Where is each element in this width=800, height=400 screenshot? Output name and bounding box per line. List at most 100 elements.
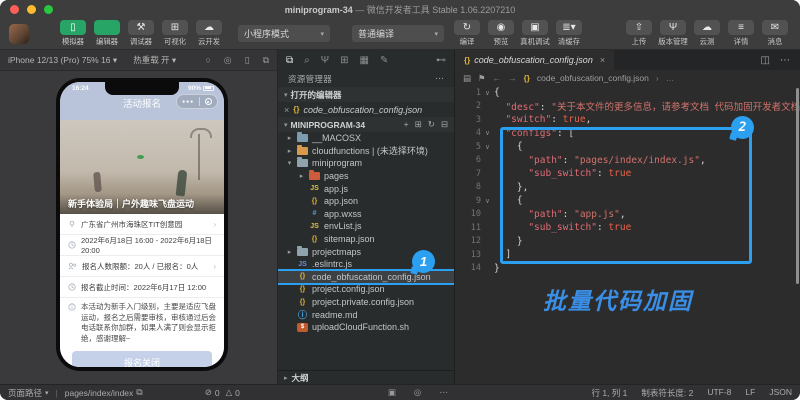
toolbar-button-编辑器[interactable]: 编辑器 [90, 20, 124, 47]
tree-item-app.js[interactable]: JS app.js [278, 182, 454, 195]
record-icon[interactable]: ◎ [224, 55, 232, 66]
tab-code-obfuscation-config[interactable]: {} code_obfuscation_config.json × [455, 50, 615, 70]
compile-mode-select[interactable]: 普通编译 ▾ [352, 25, 444, 42]
toolbar-button-云开发[interactable]: ☁ 云开发 [192, 20, 226, 47]
list-item-quota[interactable]: 报名人数限额：20人 / 已报名：0人 › [60, 256, 224, 277]
more-actions-icon[interactable]: ⋯ [780, 55, 790, 66]
code-line-12[interactable]: 12 } [455, 235, 800, 249]
js-file-icon: JS [310, 185, 319, 193]
code-line-6[interactable]: 6 "path": "pages/index/index.js", [455, 154, 800, 168]
more-icon[interactable]: ⋯ [439, 387, 448, 398]
folder-icon [297, 132, 308, 143]
code-line-7[interactable]: 7 "sub_switch": true [455, 167, 800, 181]
tree-item-app.wxss[interactable]: # app.wxss [278, 208, 454, 221]
extensions-icon[interactable]: ⊞ [340, 55, 348, 66]
theme-brush-icon[interactable]: ✎ [380, 55, 388, 66]
rotate-device-icon[interactable]: ▯ [245, 55, 250, 66]
encoding[interactable]: UTF-8 [707, 387, 731, 399]
page-path-select[interactable]: 页面路径 ▾ | pages/index/index ⧉ [8, 387, 143, 399]
toolbar-button-真机调试[interactable]: ▣ 真机调试 [518, 20, 552, 47]
new-file-icon[interactable]: + [404, 119, 409, 130]
code-line-13[interactable]: 13 ] [455, 248, 800, 262]
open-editors-section[interactable]: ▾ 打开的编辑器 [278, 87, 454, 102]
code-line-9[interactable]: 9 ∨ { [455, 194, 800, 208]
tree-item-readme.md[interactable]: ⓘ readme.md [278, 308, 454, 321]
main-toolbar: ▯ 模拟器 编辑器 ⚒ 调试器 ⊞ 可视化 ☁ 云开发 小程序模式 ▾ 普通编译 ▾ ↻ 编译 ◉ 预览 ▣… [0, 18, 800, 50]
tree-item-uploadCloudFunction.sh[interactable]: $ uploadCloudFunction.sh [278, 321, 454, 334]
assets-icon[interactable]: ▦ [360, 55, 369, 66]
toolbar-button-调试器[interactable]: ⚒ 调试器 [124, 20, 158, 47]
folder-icon [297, 144, 308, 155]
clear-cache-icon: ≣▾ [562, 21, 576, 33]
tree-item-code_obfuscation_config.json[interactable]: {} code_obfuscation_config.json [278, 268, 454, 286]
close-icon[interactable]: × [284, 105, 289, 115]
list-item-location[interactable]: 广东省广州市海珠区TIT创意园 › [60, 214, 224, 235]
files-icon[interactable]: ⧉ [286, 55, 293, 66]
code-area[interactable]: 1 ∨{2 "desc": "关于本文件的更多信息，请参考文档 代码加固开发者文档… [455, 86, 800, 384]
compass-icon[interactable]: ○ [205, 55, 210, 65]
toolbar-button-消息[interactable]: ✉ 消息 [758, 20, 792, 47]
cursor-position[interactable]: 行 1, 列 1 [591, 387, 627, 399]
tree-item-app.json[interactable]: {} app.json [278, 195, 454, 208]
menu-icon[interactable]: ▤ [463, 73, 471, 84]
user-avatar[interactable] [9, 23, 29, 44]
tree-item-cloudfunctions-[interactable]: ▸ cloudfunctions | (未选择环境) [278, 144, 454, 158]
problems-indicator[interactable]: ⊘ 0 △ 0 [205, 387, 240, 398]
toolbar-button-云测[interactable]: ☁ 云测 [690, 20, 724, 47]
tree-item-project.config.json[interactable]: {} project.config.json [278, 283, 454, 296]
more-actions-icon[interactable]: ⋯ [435, 73, 444, 84]
toolbar-button-上传[interactable]: ⇧ 上传 [622, 20, 656, 47]
tree-item-envList.js[interactable]: JS envList.js [278, 220, 454, 233]
code-line-1[interactable]: 1 ∨{ [455, 86, 800, 100]
toolbar-button-版本管理[interactable]: Ψ 版本管理 [656, 20, 690, 47]
code-line-10[interactable]: 10 "path": "app.js", [455, 208, 800, 222]
page-title: 活动报名 [122, 99, 161, 110]
git-branch-icon[interactable]: Ψ [321, 55, 329, 66]
signup-closed-button[interactable]: 报名关闭 [72, 351, 212, 367]
toolbar-button-模拟器[interactable]: ▯ 模拟器 [56, 20, 90, 47]
new-folder-icon[interactable]: ⊞ [415, 119, 422, 130]
search-icon[interactable]: ⌕ [304, 55, 310, 66]
device-select[interactable]: iPhone 12/13 (Pro) 75% 16 ▾ [8, 55, 117, 66]
tree-item-miniprogram[interactable]: ▾ miniprogram [278, 157, 454, 170]
language-mode[interactable]: JSON [769, 387, 792, 399]
toolbar-button-可视化[interactable]: ⊞ 可视化 [158, 20, 192, 47]
code-line-14[interactable]: 14} [455, 262, 800, 276]
capsule-menu[interactable]: ●●● [176, 94, 218, 109]
mode-select[interactable]: 小程序模式 ▾ [238, 25, 330, 42]
nav-back-icon[interactable]: ← [493, 73, 502, 83]
split-editor-icon[interactable]: ◫ [761, 55, 770, 66]
copy-icon[interactable]: ⧉ [136, 387, 142, 398]
tab-size[interactable]: 制表符长度: 2 [641, 387, 693, 399]
tree-item-__MACOSX[interactable]: ▸ __MACOSX [278, 132, 454, 145]
device-preview-icon[interactable]: ▣ [388, 387, 396, 398]
code-line-2[interactable]: 2 "desc": "关于本文件的更多信息，请参考文档 代码加固开发者文档", [455, 100, 800, 113]
refresh-icon[interactable]: ↻ [428, 119, 435, 130]
project-section-header[interactable]: ▾ MINIPROGRAM-34 + ⊞ ↻ ⊟ [278, 117, 454, 132]
collapse-all-icon[interactable]: ⊟ [441, 119, 448, 130]
nav-forward-icon[interactable]: → [508, 73, 517, 83]
bookmark-icon[interactable]: ⚑ [478, 73, 486, 84]
warning-icon: △ [225, 387, 233, 397]
tree-item-pages[interactable]: ▸ pages [278, 170, 454, 183]
hot-reload-toggle[interactable]: 热重载 开 ▾ [133, 54, 176, 66]
tree-item-sitemap.json[interactable]: {} sitemap.json [278, 233, 454, 246]
close-tab-icon[interactable]: × [600, 55, 605, 65]
toolbar-button-详情[interactable]: ≡ 详情 [724, 20, 758, 47]
scrollbar[interactable] [796, 88, 799, 284]
plugin-icon[interactable]: ⊷ [436, 55, 446, 66]
activity-bar: ⧉ ⌕ Ψ ⊞ ▦ ✎ ⊷ [278, 50, 454, 70]
eol[interactable]: LF [745, 387, 755, 399]
code-line-5[interactable]: 5 ∨ { [455, 140, 800, 154]
tree-item-project.private.config.json[interactable]: {} project.private.config.json [278, 296, 454, 309]
toolbar-button-清缓存[interactable]: ≣▾ 清缓存 [552, 20, 586, 47]
record-icon[interactable]: ◎ [414, 387, 421, 398]
code-line-8[interactable]: 8 }, [455, 181, 800, 195]
toolbar-button-编译[interactable]: ↻ 编译 [450, 20, 484, 47]
outline-section[interactable]: ▸ 大纲 [278, 370, 454, 384]
json-file-icon: {} [311, 235, 318, 243]
code-line-11[interactable]: 11 "sub_switch": true [455, 221, 800, 235]
multi-window-icon[interactable]: ⧉ [263, 55, 269, 66]
toolbar-button-预览[interactable]: ◉ 预览 [484, 20, 518, 47]
open-editor-item[interactable]: × {} code_obfuscation_config.json [278, 102, 454, 117]
